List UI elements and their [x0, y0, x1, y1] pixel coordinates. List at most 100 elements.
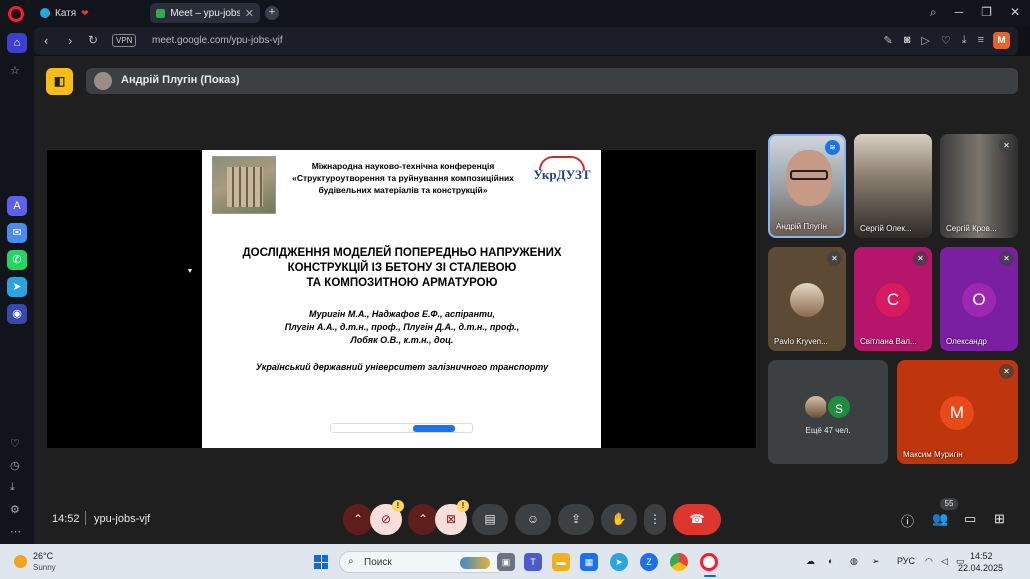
wifi-icon[interactable]: ◠: [925, 556, 933, 567]
file-explorer-icon[interactable]: ▬: [552, 553, 570, 571]
profile-avatar[interactable]: M: [993, 32, 1010, 49]
tab-katya[interactable]: Катя ❤: [34, 3, 95, 23]
search-placeholder: Поиск: [364, 557, 392, 568]
captions-button[interactable]: ▤: [472, 504, 508, 535]
divider: [85, 511, 86, 525]
logo-text: УкрДУЗТ: [533, 167, 591, 182]
search-tabs-icon[interactable]: ⌕: [930, 5, 937, 20]
restore-icon[interactable]: ❐: [981, 5, 992, 20]
zoom-icon[interactable]: Z: [640, 553, 658, 571]
volume-icon[interactable]: ◁: [941, 556, 948, 567]
clock-time[interactable]: 14:52: [970, 551, 993, 561]
menu-lines-icon[interactable]: ≡: [978, 34, 984, 47]
aria-icon[interactable]: A: [7, 196, 27, 216]
play-icon[interactable]: ▷: [921, 34, 929, 47]
tab-label: Meet – ypu-jobs-: [170, 7, 240, 19]
avatar: [790, 283, 824, 317]
tray-app-icon[interactable]: ◍: [850, 556, 858, 567]
participant-tile[interactable]: ✕ Сергій Кров...: [940, 134, 1018, 238]
participant-name: Сергій Кров...: [946, 224, 997, 233]
raise-hand-button[interactable]: ✋: [601, 504, 637, 535]
people-icon[interactable]: 👥: [932, 511, 948, 527]
participant-tile[interactable]: ✕ Pavlo Kryven...: [768, 247, 846, 351]
more-options-button[interactable]: ⋮: [644, 504, 666, 535]
activities-grid-icon[interactable]: ⊞: [994, 511, 1005, 527]
present-button[interactable]: ⇪: [558, 504, 594, 535]
search-highlight-image: [460, 557, 490, 569]
avatar: [94, 72, 112, 90]
reload-icon[interactable]: ↻: [88, 33, 98, 47]
mic-options-button[interactable]: ⌃: [343, 504, 373, 535]
url-field[interactable]: meet.google.com/ypu-jobs-vjf: [152, 35, 283, 46]
heart-outline-icon[interactable]: ♡: [10, 437, 20, 450]
warning-icon: !: [392, 500, 404, 512]
speaking-icon: ≋: [825, 140, 840, 155]
settings-icon[interactable]: ⚙: [10, 503, 20, 516]
mic-off-icon: ✕: [999, 364, 1014, 379]
teams-icon[interactable]: T: [524, 553, 542, 571]
participant-tile[interactable]: ✕ О Олександр: [940, 247, 1018, 351]
meeting-code: ypu-jobs-vjf: [94, 513, 151, 525]
taskbar-search[interactable]: ⌕ Поиск: [339, 551, 507, 573]
camera-options-button[interactable]: ⌃: [408, 504, 438, 535]
chat-icon[interactable]: ▭: [964, 511, 976, 527]
participant-name: Світлана Вал...: [860, 337, 917, 346]
back-icon[interactable]: ‹: [44, 33, 48, 48]
history-icon[interactable]: ◷: [10, 459, 20, 472]
opera-logo-icon[interactable]: [8, 6, 24, 22]
close-icon[interactable]: ✕: [245, 7, 254, 20]
discord-icon[interactable]: ◉: [7, 304, 27, 324]
close-window-icon[interactable]: ✕: [1010, 5, 1020, 20]
clock-date[interactable]: 22.04.2025: [958, 563, 1003, 573]
whatsapp-icon[interactable]: ✆: [7, 250, 27, 270]
onedrive-icon[interactable]: ☁: [806, 556, 815, 567]
messenger-icon[interactable]: ✉: [7, 223, 27, 243]
avatar: М: [940, 396, 974, 430]
heart-outline-icon[interactable]: ♡: [941, 34, 951, 47]
send-icon[interactable]: ➢: [872, 556, 880, 567]
opera-taskbar-icon[interactable]: [700, 553, 718, 571]
tray-app-icon[interactable]: ◐: [828, 556, 833, 566]
tab-meet[interactable]: Meet – ypu-jobs- ✕: [150, 3, 260, 23]
task-view-icon[interactable]: ▣: [497, 553, 515, 571]
home-icon[interactable]: ⌂: [7, 33, 27, 53]
mic-off-icon: ✕: [999, 138, 1014, 153]
opera-sidebar: ⌂ ☆ A ✉ ✆ ➤ ◉ ♡ ◷ ⤓ ⚙ ⋯: [0, 26, 34, 544]
participant-tile[interactable]: Сергій Олек...: [854, 134, 932, 238]
participant-tile[interactable]: ✕ С Світлана Вал...: [854, 247, 932, 351]
download-icon[interactable]: ⤓: [10, 481, 15, 494]
camera-icon[interactable]: ◙: [904, 34, 911, 47]
emoji-button[interactable]: ☺: [515, 504, 551, 535]
more-participants-label: Ещё 47 чел.: [805, 426, 851, 435]
end-call-button[interactable]: ☎: [673, 504, 721, 535]
language-indicator[interactable]: РУС: [897, 556, 915, 566]
more-participants-tile[interactable]: S Ещё 47 чел.: [768, 360, 888, 464]
activities-icon[interactable]: ◧: [46, 68, 73, 95]
new-tab-button[interactable]: +: [265, 6, 279, 20]
edit-icon[interactable]: ✎: [883, 34, 892, 47]
warning-icon: !: [457, 500, 469, 512]
telegram-icon[interactable]: ➤: [610, 553, 628, 571]
windows-start-icon[interactable]: [314, 555, 328, 569]
weather-temp[interactable]: 26°C: [33, 551, 53, 561]
star-icon[interactable]: ☆: [10, 64, 20, 77]
info-icon[interactable]: ⓘ: [901, 511, 914, 530]
university-logo: УкрДУЗТ: [531, 156, 593, 184]
weather-desc[interactable]: Sunny: [33, 563, 56, 572]
participant-tile[interactable]: ✕ М Максим Муригін: [897, 360, 1018, 464]
participant-tile[interactable]: ≋ Андрій Плугін: [768, 134, 846, 238]
mouse-cursor-icon: [188, 269, 192, 273]
more-icon[interactable]: ⋯: [10, 525, 21, 538]
telegram-icon: [40, 8, 50, 18]
participants-count-badge: 55: [940, 498, 958, 510]
store-icon[interactable]: ▦: [580, 553, 598, 571]
download-icon[interactable]: ⤓: [962, 34, 967, 47]
vpn-badge[interactable]: VPN: [112, 34, 137, 47]
forward-icon[interactable]: ›: [68, 33, 72, 48]
telegram-icon[interactable]: ➤: [7, 277, 27, 297]
minimize-icon[interactable]: ─: [955, 5, 964, 20]
chrome-icon[interactable]: [670, 553, 688, 571]
share-notice-bar: [330, 423, 473, 433]
participant-name: Олександр: [946, 337, 987, 346]
sun-icon[interactable]: [14, 555, 27, 568]
